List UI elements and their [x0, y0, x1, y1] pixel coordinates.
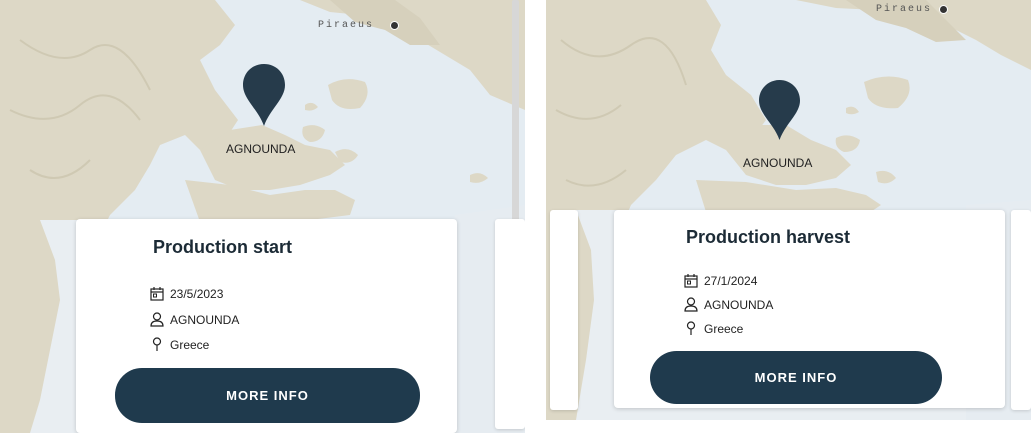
more-info-button[interactable]: MORE INFO [650, 351, 942, 404]
card-title: Production start [153, 237, 293, 257]
timeline-panel-left: Piraeus AGNOUNDA Production start 23/5/2… [0, 0, 525, 433]
location-name: Greece [704, 321, 744, 336]
date-row: 23/5/2023 [150, 286, 223, 301]
calendar-icon [150, 286, 164, 301]
location-pin-icon [684, 321, 698, 336]
location-row: Greece [150, 337, 209, 352]
calendar-icon [684, 273, 698, 288]
producer-row: AGNOUNDA [684, 297, 773, 312]
next-card-peek[interactable] [1011, 210, 1031, 410]
producer-name: AGNOUNDA [170, 312, 240, 327]
map-place-label: Piraeus [876, 4, 933, 15]
location-row: Greece [684, 321, 743, 336]
map-marker-icon[interactable] [243, 64, 285, 126]
date-row: 27/1/2024 [684, 273, 757, 288]
next-card-peek[interactable] [495, 219, 525, 429]
event-card: Production harvest 27/1/2024 AGNOUNDA Gr… [614, 210, 1005, 408]
producer-row: AGNOUNDA [150, 312, 239, 327]
port-dot-icon [939, 5, 948, 14]
event-date: 23/5/2023 [170, 286, 224, 301]
map-place-label: Piraeus [318, 20, 375, 31]
person-icon [150, 312, 164, 327]
port-dot-icon [390, 21, 399, 30]
location-pin-icon [150, 337, 164, 352]
producer-name: AGNOUNDA [704, 297, 774, 312]
timeline-panel-right: Piraeus AGNOUNDA Production harvest 27/1… [546, 0, 1031, 420]
location-name: Greece [170, 337, 210, 352]
previous-card-peek[interactable] [550, 210, 578, 410]
event-date: 27/1/2024 [704, 273, 758, 288]
marker-label: AGNOUNDA [226, 142, 296, 156]
marker-label: AGNOUNDA [743, 156, 813, 170]
person-icon [684, 297, 698, 312]
event-card: Production start 23/5/2023 AGNOUNDA Gree… [76, 219, 457, 433]
more-info-button[interactable]: MORE INFO [115, 368, 420, 423]
vertical-scrollbar[interactable] [512, 0, 519, 230]
map-marker-icon[interactable] [759, 80, 800, 140]
card-title: Production harvest [686, 227, 851, 247]
